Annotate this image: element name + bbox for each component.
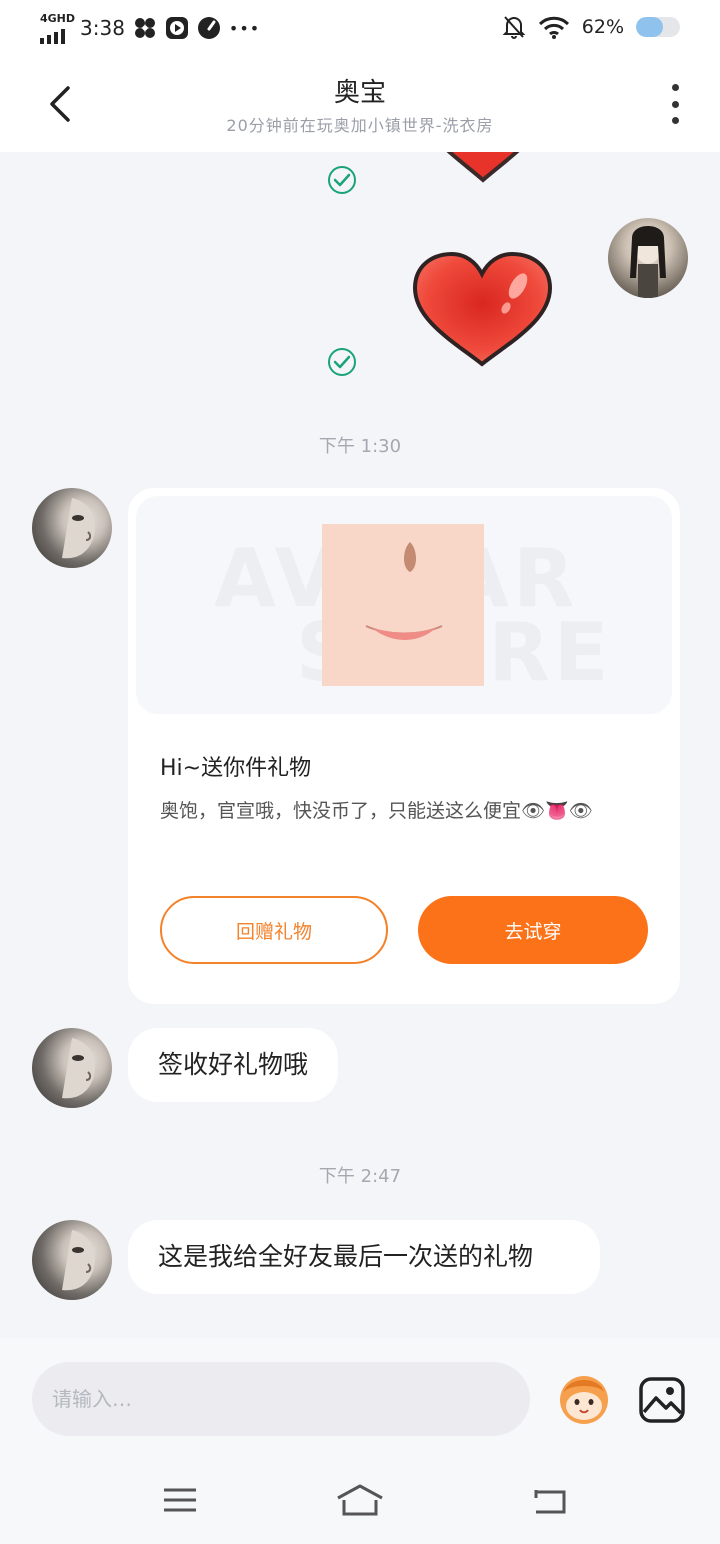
more-dots-icon: ••• — [228, 18, 261, 38]
more-options-button[interactable] — [660, 84, 690, 124]
return-gift-button[interactable]: 回赠礼物 — [160, 896, 388, 964]
clock: 3:38 — [80, 16, 125, 40]
pinwheel-icon — [134, 18, 155, 38]
menu-icon[interactable] — [160, 1480, 200, 1520]
contact-avatar[interactable] — [32, 1028, 112, 1108]
message-bubble[interactable]: 这是我给全好友最后一次送的礼物 — [128, 1220, 600, 1294]
status-bar: 4GHD 3:38 ••• 62% — [0, 0, 720, 56]
gift-card[interactable]: AVATAR STORE Hi~送你件礼物 奥饱，官宣哦，快没币了，只能送这么便… — [128, 488, 680, 1004]
battery-icon — [636, 17, 680, 37]
image-button[interactable] — [638, 1376, 686, 1424]
play-icon — [165, 17, 188, 39]
sent-check-icon — [328, 348, 356, 376]
speed-icon — [197, 17, 220, 39]
try-on-button[interactable]: 去试穿 — [418, 896, 648, 964]
message-input[interactable] — [32, 1362, 530, 1436]
heart-sticker[interactable] — [410, 250, 555, 370]
heart-sticker[interactable] — [418, 152, 548, 184]
wifi-icon — [538, 16, 569, 39]
chat-area[interactable]: 下午 1:30 AVATAR STORE Hi~送你件礼物 奥饱，官宣哦，快没币… — [0, 152, 720, 1338]
home-icon[interactable] — [336, 1480, 384, 1520]
contact-name: 奥宝 — [333, 78, 386, 108]
input-bar — [0, 1338, 720, 1458]
gift-preview: AVATAR STORE — [136, 496, 672, 714]
gift-description: 奥饱，官宣哦，快没币了，只能送这么便宜👁👅👁 — [160, 800, 593, 822]
signal-icon: 4GHD — [40, 12, 76, 44]
sent-check-icon — [328, 166, 356, 194]
back-nav-icon[interactable] — [530, 1480, 570, 1520]
contact-avatar[interactable] — [32, 488, 112, 568]
my-avatar[interactable] — [608, 218, 688, 298]
status-left: 4GHD 3:38 ••• — [40, 12, 261, 44]
navigation-bar — [0, 1458, 720, 1544]
battery-fill — [636, 17, 664, 37]
chat-header: 奥宝 20分钟前在玩奥加小镇世界-洗衣房 — [0, 56, 720, 152]
contact-status: 20分钟前在玩奥加小镇世界-洗衣房 — [226, 116, 494, 135]
status-right: 62% — [502, 14, 680, 40]
message-bubble[interactable]: 签收好礼物哦 — [128, 1028, 339, 1102]
timestamp: 下午 2:47 — [318, 1166, 402, 1187]
network-type: 4GHD — [40, 12, 76, 25]
contact-avatar[interactable] — [32, 1220, 112, 1300]
timestamp: 下午 1:30 — [318, 436, 402, 457]
sticker-button[interactable] — [554, 1368, 614, 1428]
battery-percent: 62% — [581, 16, 624, 38]
mute-bell-icon — [502, 16, 526, 39]
gift-title: Hi~送你件礼物 — [160, 756, 312, 781]
gift-face-image — [322, 524, 484, 686]
